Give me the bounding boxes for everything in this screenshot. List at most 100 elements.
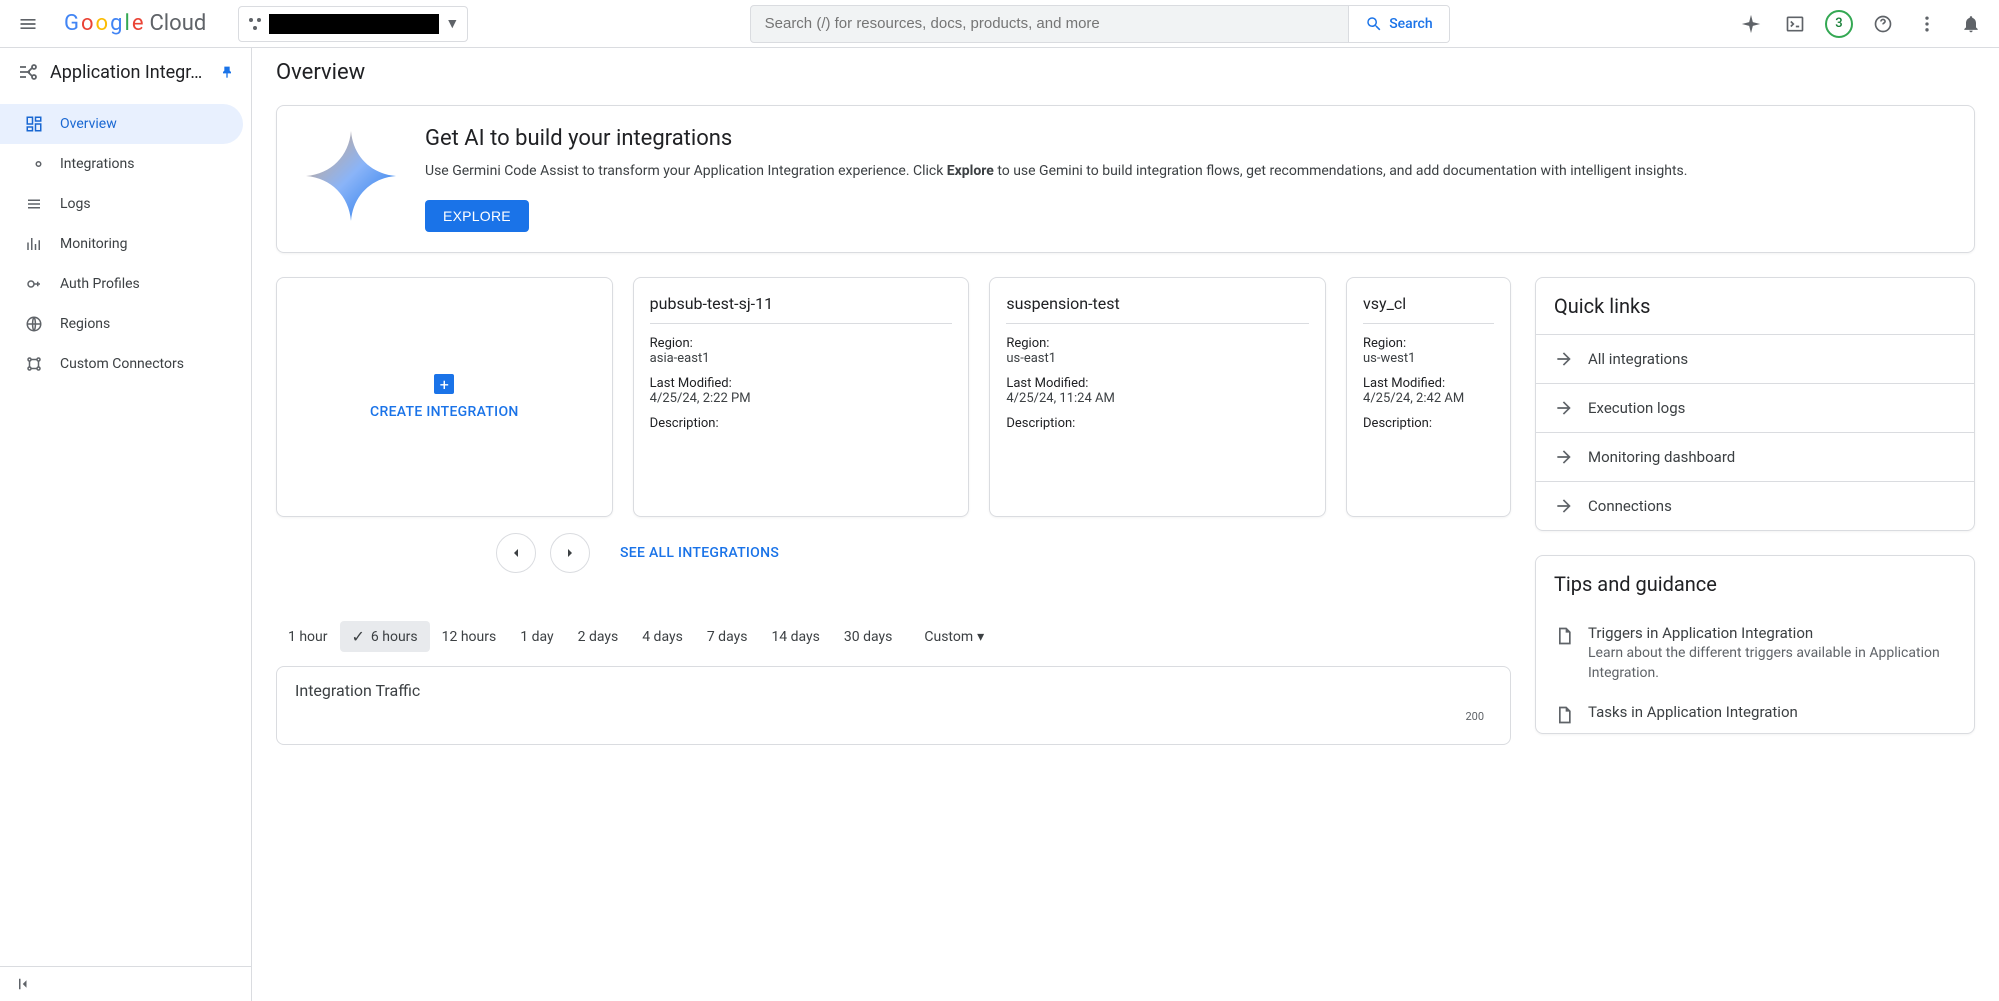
time-6hours[interactable]: ✓6 hours: [340, 621, 430, 652]
nav-auth-profiles[interactable]: Auth Profiles: [0, 264, 243, 304]
nav-overview[interactable]: Overview: [0, 104, 243, 144]
promo-body: Get AI to build your integrations Use Ge…: [425, 126, 1950, 232]
quick-link-execution-logs[interactable]: Execution logs: [1536, 383, 1974, 432]
document-icon: [1554, 626, 1574, 683]
content: Overview Get AI to build your integratio…: [252, 48, 1999, 1001]
promo-title: Get AI to build your integrations: [425, 126, 1950, 151]
ai-promo-banner: Get AI to build your integrations Use Ge…: [276, 105, 1975, 253]
cloud-shell-icon[interactable]: [1775, 4, 1815, 44]
integrations-icon: [24, 155, 44, 173]
card-title: vsy_cl: [1363, 294, 1494, 324]
time-14days[interactable]: 14 days: [759, 623, 831, 651]
sidebar: Application Integr… Overview Integration…: [0, 48, 252, 1001]
connectors-icon: [24, 355, 44, 373]
project-icon: [247, 16, 263, 32]
time-12hours[interactable]: 12 hours: [430, 623, 509, 651]
monitoring-icon: [24, 235, 44, 253]
traffic-chart: 200: [295, 710, 1492, 730]
nav-regions[interactable]: Regions: [0, 304, 243, 344]
card-title: pubsub-test-sj-11: [650, 294, 953, 324]
logs-icon: [24, 195, 44, 213]
arrow-right-icon: [1554, 398, 1574, 418]
prev-button[interactable]: [496, 533, 536, 573]
sidebar-header: Application Integr…: [0, 48, 251, 96]
hamburger-menu[interactable]: [8, 4, 48, 44]
integration-card[interactable]: suspension-test Region:us-east1 Last Mod…: [989, 277, 1326, 517]
carousel-controls: SEE ALL INTEGRATIONS: [276, 533, 1511, 573]
search-button[interactable]: Search: [1348, 6, 1448, 42]
top-bar: Google Cloud ▼ Search 3: [0, 0, 1999, 48]
time-1hour[interactable]: 1 hour: [276, 623, 340, 651]
dashboard-icon: [24, 115, 44, 133]
time-7days[interactable]: 7 days: [695, 623, 760, 651]
nav-integrations[interactable]: Integrations: [0, 144, 243, 184]
search-input[interactable]: [751, 15, 1349, 32]
integration-traffic-panel: Integration Traffic 200: [276, 666, 1511, 745]
integration-card[interactable]: pubsub-test-sj-11 Region:asia-east1 Last…: [633, 277, 970, 517]
arrow-right-icon: [1554, 447, 1574, 467]
tip-tasks[interactable]: Tasks in Application Integration: [1536, 691, 1974, 733]
nav-monitoring[interactable]: Monitoring: [0, 224, 243, 264]
tip-triggers[interactable]: Triggers in Application Integration Lear…: [1536, 612, 1974, 691]
search-button-label: Search: [1389, 16, 1432, 32]
quick-link-monitoring-dashboard[interactable]: Monitoring dashboard: [1536, 432, 1974, 481]
left-column: + CREATE INTEGRATION pubsub-test-sj-11 R…: [276, 277, 1511, 745]
create-integration-label: CREATE INTEGRATION: [370, 404, 519, 420]
time-1day[interactable]: 1 day: [508, 623, 565, 651]
quick-link-all-integrations[interactable]: All integrations: [1536, 334, 1974, 383]
plus-icon: +: [434, 374, 454, 394]
integration-card[interactable]: vsy_cl Region:us-west1 Last Modified:4/2…: [1346, 277, 1511, 517]
quick-links-panel: Quick links All integrations Execution l…: [1535, 277, 1975, 531]
nav-custom-connectors[interactable]: Custom Connectors: [0, 344, 243, 384]
top-icons: 3: [1731, 4, 1991, 44]
time-2days[interactable]: 2 days: [566, 623, 631, 651]
time-range-selector: 1 hour ✓6 hours 12 hours 1 day 2 days 4 …: [276, 621, 1511, 652]
sidebar-collapse: [0, 966, 251, 1001]
two-column-layout: + CREATE INTEGRATION pubsub-test-sj-11 R…: [276, 277, 1975, 758]
nav-logs[interactable]: Logs: [0, 184, 243, 224]
key-icon: [24, 275, 44, 293]
see-all-integrations-link[interactable]: SEE ALL INTEGRATIONS: [620, 545, 779, 561]
integration-cards: + CREATE INTEGRATION pubsub-test-sj-11 R…: [276, 277, 1511, 517]
project-picker[interactable]: ▼: [238, 6, 468, 42]
gemini-spark-icon: [301, 126, 401, 226]
y-axis-tick: 200: [1465, 710, 1484, 723]
main-layout: Application Integr… Overview Integration…: [0, 48, 1999, 1001]
content-body: Get AI to build your integrations Use Ge…: [252, 97, 1999, 782]
gemini-icon[interactable]: [1731, 4, 1771, 44]
notifications-icon[interactable]: [1951, 4, 1991, 44]
time-4days[interactable]: 4 days: [630, 623, 695, 651]
collapse-button[interactable]: [16, 975, 235, 993]
arrow-right-icon: [1554, 349, 1574, 369]
app-integration-service-icon: [16, 60, 40, 84]
sidebar-title: Application Integr…: [50, 62, 209, 83]
tips-panel: Tips and guidance Triggers in Applicatio…: [1535, 555, 1975, 734]
help-icon[interactable]: [1863, 4, 1903, 44]
check-icon: ✓: [352, 627, 365, 646]
pin-icon[interactable]: [219, 64, 235, 80]
create-integration-card[interactable]: + CREATE INTEGRATION: [276, 277, 613, 517]
page-title: Overview: [252, 48, 1999, 97]
tips-title: Tips and guidance: [1536, 556, 1974, 612]
time-30days[interactable]: 30 days: [832, 623, 904, 651]
card-title: suspension-test: [1006, 294, 1309, 324]
time-custom[interactable]: Custom▾: [912, 623, 996, 651]
explore-button[interactable]: EXPLORE: [425, 200, 529, 232]
quick-link-connections[interactable]: Connections: [1536, 481, 1974, 530]
search-icon: [1365, 15, 1383, 33]
promo-text: Use Germini Code Assist to transform you…: [425, 161, 1950, 182]
free-trial-badge[interactable]: 3: [1819, 4, 1859, 44]
traffic-title: Integration Traffic: [295, 681, 1492, 700]
arrow-right-icon: [1554, 496, 1574, 516]
search-box: Search: [750, 5, 1450, 43]
search-wrap: Search: [476, 5, 1723, 43]
globe-icon: [24, 315, 44, 333]
more-vert-icon[interactable]: [1907, 4, 1947, 44]
caret-down-icon: ▼: [445, 15, 459, 32]
next-button[interactable]: [550, 533, 590, 573]
quick-links-title: Quick links: [1536, 278, 1974, 334]
right-column: Quick links All integrations Execution l…: [1535, 277, 1975, 758]
caret-down-icon: ▾: [977, 629, 984, 645]
google-cloud-logo[interactable]: Google Cloud: [56, 11, 214, 36]
document-icon: [1554, 705, 1574, 725]
